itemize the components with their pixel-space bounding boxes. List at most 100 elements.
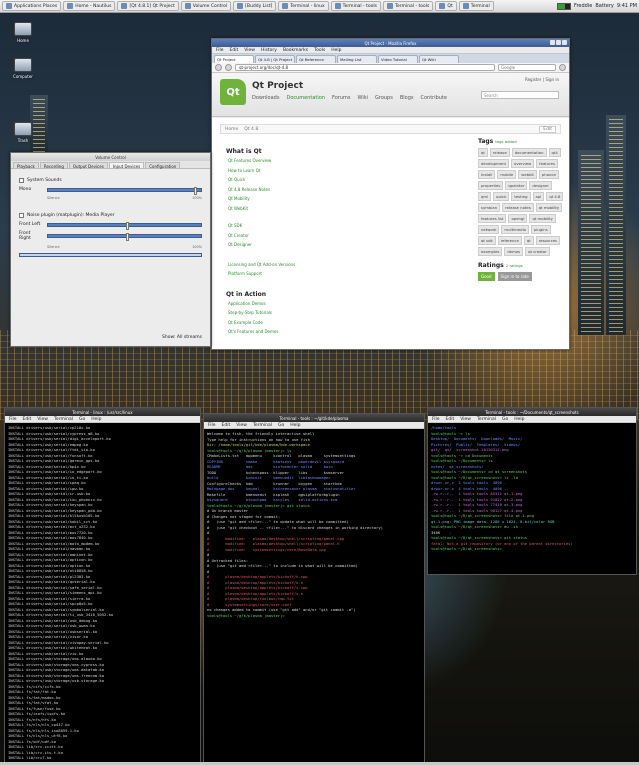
- tag-item[interactable]: testing: [511, 192, 531, 201]
- tag-item[interactable]: release: [489, 148, 510, 157]
- tag-item[interactable]: api: [532, 192, 545, 201]
- tag-item[interactable]: reference: [497, 236, 522, 245]
- tag-item[interactable]: documentation: [511, 148, 547, 157]
- doc-link[interactable]: Qt SDK: [228, 223, 426, 228]
- tag-item[interactable]: multimedia: [501, 225, 529, 234]
- doc-link[interactable]: Platform Support: [228, 271, 426, 276]
- doc-link[interactable]: Qt 4.8 Release Notes: [228, 187, 426, 192]
- tag-item[interactable]: qt4: [548, 148, 561, 157]
- tag-item[interactable]: overview: [511, 159, 535, 168]
- doc-link[interactable]: Qt's Features and Demos: [228, 329, 426, 334]
- menu-item[interactable]: View: [37, 417, 48, 422]
- doc-link[interactable]: Qt WebKit: [228, 206, 426, 211]
- menu-item[interactable]: Terminal: [253, 423, 272, 428]
- site-search-input[interactable]: Search: [481, 91, 559, 99]
- terminal-output[interactable]: INSTALL drivers/usb/serial/cp210x.ko INST…: [5, 423, 200, 762]
- tag-item[interactable]: phonon: [538, 170, 560, 179]
- menu-item[interactable]: Bookmarks: [283, 48, 308, 53]
- menu-item[interactable]: Edit: [446, 417, 455, 422]
- doc-link[interactable]: Qt Creator: [228, 233, 426, 238]
- site-nav-item[interactable]: Downloads: [252, 95, 279, 101]
- taskbar-button[interactable]: Terminal: [458, 1, 494, 11]
- taskbar-button[interactable]: Qt: [435, 1, 457, 11]
- tray-item[interactable]: Freddie: [574, 3, 592, 9]
- system-sounds-row[interactable]: System Sounds: [19, 178, 202, 183]
- doc-link[interactable]: Qt Features Overview: [228, 158, 426, 163]
- browser-tab[interactable]: Video Tutorial: [378, 55, 418, 63]
- tag-item[interactable]: qt mobility: [529, 214, 556, 223]
- tag-item[interactable]: network: [478, 225, 500, 234]
- menu-item[interactable]: Edit: [230, 48, 239, 53]
- taskbar-button[interactable]: Volume Control: [180, 1, 232, 11]
- system-sounds-checkbox[interactable]: [19, 178, 24, 183]
- tag-item[interactable]: qt: [523, 236, 534, 245]
- terminal-output[interactable]: Welcome to fish, the friendly interactiv…: [204, 429, 424, 620]
- menu-item[interactable]: File: [216, 48, 224, 53]
- doc-link[interactable]: Qt Example Code: [228, 320, 426, 325]
- tag-item[interactable]: examples: [478, 247, 503, 256]
- tag-item[interactable]: install: [478, 170, 496, 179]
- doc-link[interactable]: Application Demos: [228, 301, 426, 306]
- browser-tab[interactable]: Qt 4.8 | Qt Project: [255, 55, 295, 63]
- taskbar-button[interactable]: Terminal - tools: [330, 1, 382, 11]
- menu-item[interactable]: Edit: [222, 423, 231, 428]
- mute-checkbox[interactable]: [19, 213, 24, 218]
- taskbar-button[interactable]: Applications Places: [2, 1, 62, 11]
- tag-item[interactable]: symbian: [478, 203, 501, 212]
- tag-item[interactable]: qt mobility: [535, 203, 563, 212]
- volume-tab[interactable]: Configuration: [145, 162, 181, 169]
- tray-item[interactable]: Battery: [595, 3, 614, 9]
- slider-handle[interactable]: [125, 221, 129, 230]
- maximize-icon[interactable]: [556, 40, 561, 45]
- doc-link[interactable]: Step-by-Step Tutorials: [228, 310, 426, 315]
- menu-item[interactable]: Terminal: [477, 417, 496, 422]
- terminal-titlebar[interactable]: Terminal - tools : ~/Documents/qt_screen…: [428, 408, 636, 416]
- doc-link[interactable]: Qt Designer: [228, 242, 426, 247]
- site-nav-item[interactable]: Forums: [332, 95, 350, 101]
- menu-item[interactable]: Edit: [23, 417, 32, 422]
- desktop-icon-home[interactable]: Home: [10, 22, 36, 43]
- tag-item[interactable]: qml: [478, 192, 492, 201]
- doc-link[interactable]: Qt Quick: [228, 177, 426, 182]
- slider-handle[interactable]: [194, 186, 198, 195]
- desktop-icon-trash[interactable]: Trash: [10, 122, 36, 143]
- browser-tab[interactable]: Qt Project: [214, 55, 254, 63]
- breadcrumb-home[interactable]: Home: [225, 127, 238, 132]
- tag-item[interactable]: qpainter: [505, 181, 528, 190]
- tag-item[interactable]: qt sdk: [478, 236, 496, 245]
- browser-titlebar[interactable]: Qt Project - Mozilla Firefox: [212, 39, 569, 47]
- rate-good-button[interactable]: Good: [478, 272, 495, 281]
- taskbar-button[interactable]: [Buddy List]: [233, 1, 277, 11]
- tag-item[interactable]: plugins: [530, 225, 551, 234]
- menu-item[interactable]: Tools: [314, 48, 325, 53]
- taskbar-button[interactable]: Terminal - linux: [278, 1, 329, 11]
- menu-item[interactable]: Help: [91, 417, 101, 422]
- terminal-output[interactable]: /home/tools tools@tools ~> ls Desktop/ Doc…: [428, 423, 636, 554]
- taskbar-button[interactable]: [Qt 4.8.1] Qt Project: [117, 1, 179, 11]
- menu-item[interactable]: View: [460, 417, 471, 422]
- tag-item[interactable]: mobile: [497, 170, 517, 179]
- terminal-titlebar[interactable]: Terminal - tools : ~/git/kde/plasma: [204, 414, 424, 422]
- media-player-row[interactable]: Noise plugin (matplugin): Media Player: [19, 213, 202, 218]
- volume-tab[interactable]: Output Devices: [68, 162, 108, 169]
- browser-tab[interactable]: Qt Reference: [296, 55, 336, 63]
- site-nav-item[interactable]: Groups: [375, 95, 393, 101]
- tag-item[interactable]: opengl: [508, 214, 528, 223]
- tag-item[interactable]: features: [536, 159, 558, 168]
- back-icon[interactable]: [215, 64, 222, 71]
- site-nav-item[interactable]: Blogs: [400, 95, 414, 101]
- doc-link[interactable]: Licensing and Qt Add-on Versions: [228, 262, 426, 267]
- tag-item[interactable]: resources: [535, 236, 561, 245]
- tag-item[interactable]: qt creator: [525, 247, 550, 256]
- show-filter[interactable]: Show: All streams: [162, 335, 202, 340]
- menu-item[interactable]: Go: [502, 417, 508, 422]
- doc-link[interactable]: Qt Mobility: [228, 196, 426, 201]
- slider-handle[interactable]: [125, 233, 129, 241]
- menu-item[interactable]: Go: [278, 423, 284, 428]
- site-nav-item[interactable]: Wiki: [357, 95, 368, 101]
- sign-in-to-rate-button[interactable]: Sign in to rate: [497, 272, 532, 281]
- browser-search-input[interactable]: Google: [498, 64, 556, 71]
- browser-tab[interactable]: Mailing List: [337, 55, 377, 63]
- tag-item[interactable]: release notes: [502, 203, 534, 212]
- volume-tab[interactable]: Playback: [13, 162, 39, 169]
